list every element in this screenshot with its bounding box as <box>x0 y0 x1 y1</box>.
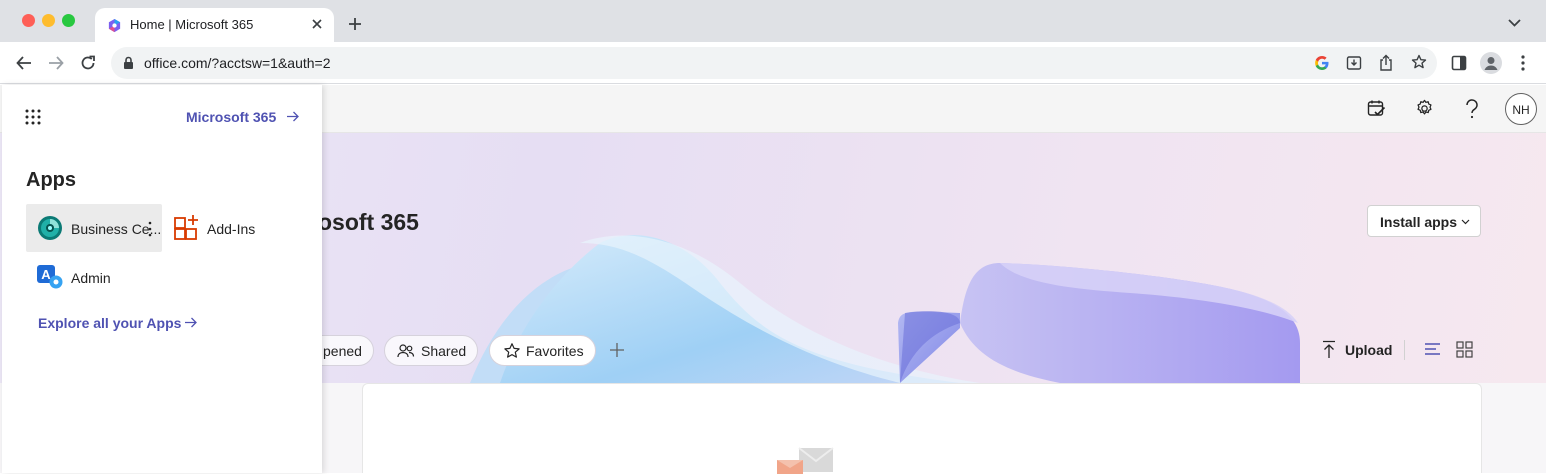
close-tab-icon[interactable] <box>311 18 323 30</box>
waffle-icon[interactable] <box>25 109 41 125</box>
google-icon[interactable] <box>1314 55 1330 71</box>
people-icon <box>397 343 415 358</box>
app-tile-admin[interactable]: A Admin <box>26 253 162 301</box>
add-filter-plus-icon[interactable] <box>609 342 625 358</box>
filter-shared[interactable]: Shared <box>384 335 478 366</box>
explore-all-apps-label: Explore all your Apps <box>38 315 182 331</box>
empty-state-envelope-icon <box>777 446 835 474</box>
help-icon[interactable] <box>1465 99 1479 119</box>
apps-heading: Apps <box>26 169 76 191</box>
address-bar[interactable]: office.com/?acctsw=1&auth=2 <box>111 47 1437 79</box>
svg-text:A: A <box>41 267 51 282</box>
my-day-icon[interactable] <box>1367 99 1386 118</box>
tab-search-chevron-icon[interactable] <box>1508 19 1521 27</box>
app-name: Admin <box>71 270 111 286</box>
list-view-icon[interactable] <box>1424 342 1441 357</box>
install-apps-button[interactable]: Install apps <box>1367 205 1481 237</box>
reload-icon[interactable] <box>80 55 96 71</box>
avatar-initials: NH <box>1512 103 1530 117</box>
filter-favorites-label: Favorites <box>526 343 584 359</box>
browser-tab-bar: Home | Microsoft 365 <box>0 0 1546 42</box>
settings-gear-icon[interactable] <box>1415 99 1434 118</box>
upload-arrow-icon <box>1322 340 1336 359</box>
maximize-window-button[interactable] <box>62 14 75 27</box>
forward-arrow-icon[interactable] <box>48 55 64 71</box>
back-arrow-icon[interactable] <box>16 55 32 71</box>
browser-nav-bar: office.com/?acctsw=1&auth=2 <box>0 42 1546 84</box>
install-app-icon[interactable] <box>1346 55 1362 71</box>
more-options-icon[interactable] <box>148 221 152 237</box>
files-card <box>362 383 1482 474</box>
minimize-window-button[interactable] <box>42 14 55 27</box>
bookmark-star-icon[interactable] <box>1411 54 1427 70</box>
grid-view-icon[interactable] <box>1456 341 1473 358</box>
star-icon <box>503 342 521 360</box>
app-launcher-panel: Microsoft 365 Apps Business Ce... Add-In… <box>2 85 322 473</box>
install-apps-label: Install apps <box>1380 214 1458 230</box>
browser-menu-icon[interactable] <box>1521 55 1525 71</box>
business-central-icon <box>37 215 63 241</box>
new-tab-icon[interactable] <box>348 17 362 31</box>
avatar[interactable]: NH <box>1505 93 1537 125</box>
explore-all-apps-link[interactable]: Explore all your Apps <box>38 313 208 333</box>
app-tile-add-ins[interactable]: Add-Ins <box>166 204 302 252</box>
m365-favicon-icon <box>107 18 122 33</box>
profile-icon[interactable] <box>1480 52 1502 74</box>
admin-icon: A <box>36 264 64 290</box>
share-icon[interactable] <box>1379 54 1393 71</box>
upload-label: Upload <box>1345 342 1393 358</box>
arrow-right-icon <box>184 317 197 328</box>
lock-icon[interactable] <box>123 56 134 70</box>
close-window-button[interactable] <box>22 14 35 27</box>
app-tile-business-central[interactable]: Business Ce... <box>26 204 162 252</box>
tab-title: Home | Microsoft 365 <box>130 17 254 32</box>
add-ins-icon <box>173 214 201 242</box>
app-name: Add-Ins <box>207 221 256 237</box>
browser-tab[interactable]: Home | Microsoft 365 <box>95 8 334 42</box>
upload-button[interactable]: Upload <box>1318 338 1396 362</box>
hero-title: osoft 365 <box>318 209 419 235</box>
toolbar-divider <box>1404 340 1405 360</box>
filter-favorites[interactable]: Favorites <box>489 335 596 366</box>
microsoft-365-link[interactable]: Microsoft 365 <box>186 107 302 127</box>
url-text: office.com/?acctsw=1&auth=2 <box>144 55 331 71</box>
microsoft-365-link-label: Microsoft 365 <box>186 109 277 125</box>
chevron-down-icon <box>1461 219 1470 225</box>
filter-opened-label: pened <box>323 343 362 359</box>
arrow-right-icon <box>286 111 299 122</box>
side-panel-icon[interactable] <box>1451 55 1467 71</box>
filter-shared-label: Shared <box>421 343 467 359</box>
